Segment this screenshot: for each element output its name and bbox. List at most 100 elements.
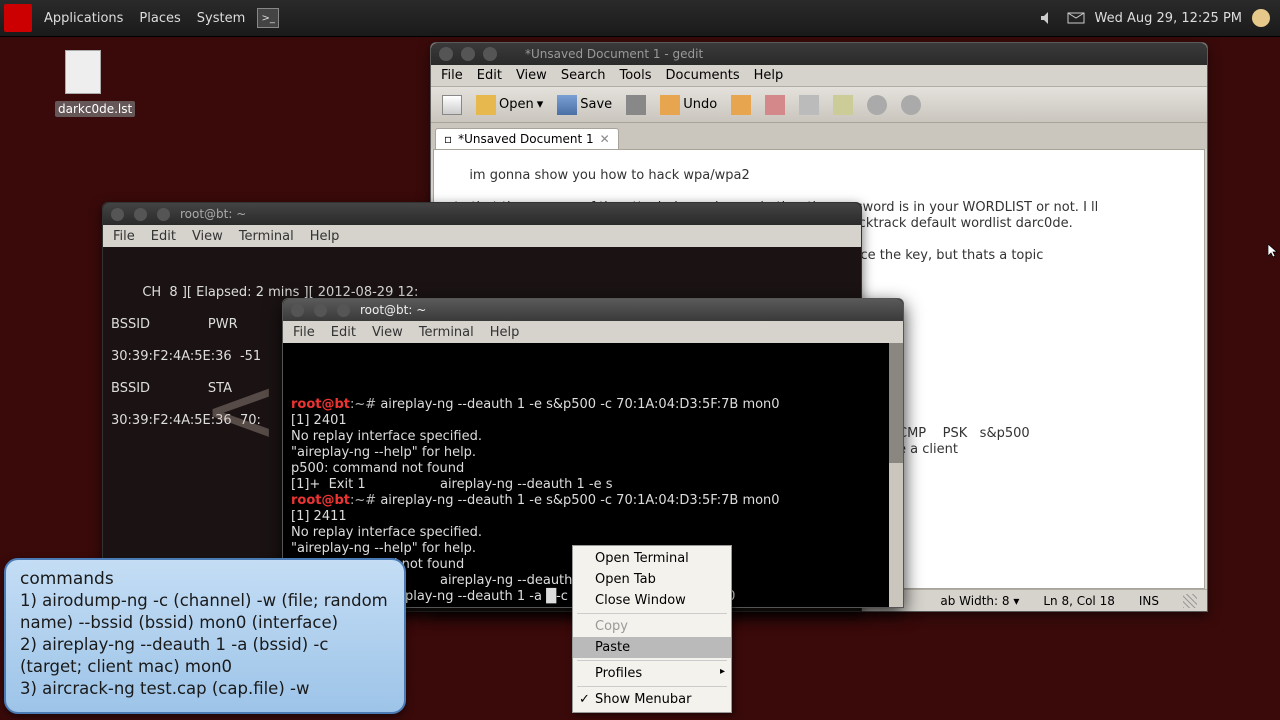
window-title: root@bt: ~	[360, 303, 426, 317]
find-button[interactable]	[862, 92, 892, 118]
context-menu: Open Terminal Open Tab Close Window Copy…	[572, 545, 732, 713]
new-button[interactable]	[437, 92, 467, 118]
save-label: Save	[580, 97, 612, 112]
term2-menubar: File Edit View Terminal Help	[283, 321, 903, 343]
chevron-down-icon: ▾	[537, 97, 544, 112]
maximize-icon[interactable]	[314, 304, 327, 317]
applications-menu[interactable]: Applications	[36, 5, 131, 32]
scrollbar-thumb[interactable]	[889, 343, 903, 463]
paste-icon	[833, 95, 853, 115]
menu-file[interactable]: File	[107, 227, 141, 246]
menu-help[interactable]: Help	[484, 323, 526, 342]
minimize-icon[interactable]	[439, 47, 453, 61]
separator	[577, 660, 727, 661]
gedit-titlebar[interactable]: *Unsaved Document 1 - gedit	[431, 43, 1207, 65]
redo-icon	[731, 95, 751, 115]
terminal-launcher-icon[interactable]: >_	[257, 8, 279, 28]
clock-text[interactable]: Wed Aug 29, 12:25 PM	[1095, 11, 1242, 26]
user-icon[interactable]	[1252, 9, 1270, 27]
minimize-icon[interactable]	[291, 304, 304, 317]
gedit-tabbar: ▫ *Unsaved Document 1 ✕	[431, 123, 1207, 149]
close-icon[interactable]	[337, 304, 350, 317]
cut-button[interactable]	[760, 92, 790, 118]
ctx-close-window[interactable]: Close Window	[573, 590, 731, 611]
ctx-show-menubar[interactable]: Show Menubar	[573, 689, 731, 710]
menu-file[interactable]: File	[435, 66, 469, 85]
save-button[interactable]: Save	[552, 92, 617, 118]
term1-titlebar[interactable]: root@bt: ~	[103, 203, 861, 225]
menu-tools[interactable]: Tools	[613, 66, 657, 85]
window-title: root@bt: ~	[180, 207, 246, 221]
insert-mode: INS	[1139, 594, 1159, 608]
tab-width-label[interactable]: ab Width: 8 ▾	[940, 594, 1019, 608]
menu-help[interactable]: Help	[304, 227, 346, 246]
top-panel: Applications Places System >_ Wed Aug 29…	[0, 0, 1280, 37]
open-label: Open	[499, 97, 534, 112]
ctx-open-tab[interactable]: Open Tab	[573, 569, 731, 590]
menu-edit[interactable]: Edit	[471, 66, 508, 85]
note-line-2: 2) aireplay-ng --deauth 1 -a (bssid) -c …	[20, 634, 390, 678]
save-icon	[557, 95, 577, 115]
ctx-paste[interactable]: Paste	[573, 637, 731, 658]
term2-titlebar[interactable]: root@bt: ~	[283, 299, 903, 321]
close-icon[interactable]	[483, 47, 497, 61]
desktop-file-label: darkc0de.lst	[55, 101, 135, 117]
undo-button[interactable]: Undo	[655, 92, 722, 118]
ctx-copy: Copy	[573, 616, 731, 637]
copy-icon	[799, 95, 819, 115]
undo-label: Undo	[683, 97, 717, 112]
note-title: commands	[20, 568, 390, 590]
document-tab[interactable]: ▫ *Unsaved Document 1 ✕	[435, 128, 619, 149]
window-title: *Unsaved Document 1 - gedit	[505, 47, 1199, 61]
gedit-menubar: File Edit View Search Tools Documents He…	[431, 65, 1207, 87]
volume-icon[interactable]	[1039, 11, 1057, 25]
commands-note: commands 1) airodump-ng -c (channel) -w …	[4, 558, 406, 714]
menu-search[interactable]: Search	[555, 66, 612, 85]
open-icon	[476, 95, 496, 115]
menu-documents[interactable]: Documents	[660, 66, 746, 85]
maximize-icon[interactable]	[461, 47, 475, 61]
print-button[interactable]	[621, 92, 651, 118]
open-button[interactable]: Open ▾	[471, 92, 548, 118]
new-file-icon	[442, 95, 462, 115]
desktop-file-icon[interactable]: darkc0de.lst	[55, 50, 110, 117]
menu-terminal[interactable]: Terminal	[413, 323, 480, 342]
file-icon: ▫	[444, 132, 452, 146]
places-menu[interactable]: Places	[131, 5, 188, 32]
menu-view[interactable]: View	[510, 66, 553, 85]
distro-logo[interactable]	[4, 4, 32, 32]
menu-edit[interactable]: Edit	[325, 323, 362, 342]
menu-file[interactable]: File	[287, 323, 321, 342]
print-icon	[626, 95, 646, 115]
scrollbar[interactable]	[889, 343, 903, 607]
extra-line-1: CMP PSK s&p500	[898, 426, 1030, 441]
ctx-open-terminal[interactable]: Open Terminal	[573, 548, 731, 569]
find-icon	[867, 95, 887, 115]
replace-icon	[901, 95, 921, 115]
menu-view[interactable]: View	[366, 323, 409, 342]
cursor-position: Ln 8, Col 18	[1043, 594, 1115, 608]
cut-icon	[765, 95, 785, 115]
paste-button[interactable]	[828, 92, 858, 118]
system-menu[interactable]: System	[189, 5, 253, 32]
redo-button[interactable]	[726, 92, 756, 118]
copy-button[interactable]	[794, 92, 824, 118]
minimize-icon[interactable]	[111, 208, 124, 221]
replace-button[interactable]	[896, 92, 926, 118]
ctx-profiles[interactable]: Profiles	[573, 663, 731, 684]
term1-menubar: File Edit View Terminal Help	[103, 225, 861, 247]
maximize-icon[interactable]	[134, 208, 147, 221]
mail-icon[interactable]	[1067, 11, 1085, 25]
menu-view[interactable]: View	[186, 227, 229, 246]
menu-edit[interactable]: Edit	[145, 227, 182, 246]
file-icon	[65, 50, 101, 94]
note-line-1: 1) airodump-ng -c (channel) -w (file; ra…	[20, 590, 390, 634]
resize-grip[interactable]	[1183, 594, 1197, 608]
tab-close-icon[interactable]: ✕	[600, 132, 610, 146]
close-icon[interactable]	[157, 208, 170, 221]
undo-icon	[660, 95, 680, 115]
menu-help[interactable]: Help	[748, 66, 790, 85]
extra-line-2: e a client	[898, 442, 958, 457]
menu-terminal[interactable]: Terminal	[233, 227, 300, 246]
note-line-3: 3) aircrack-ng test.cap (cap.file) -w	[20, 678, 390, 700]
